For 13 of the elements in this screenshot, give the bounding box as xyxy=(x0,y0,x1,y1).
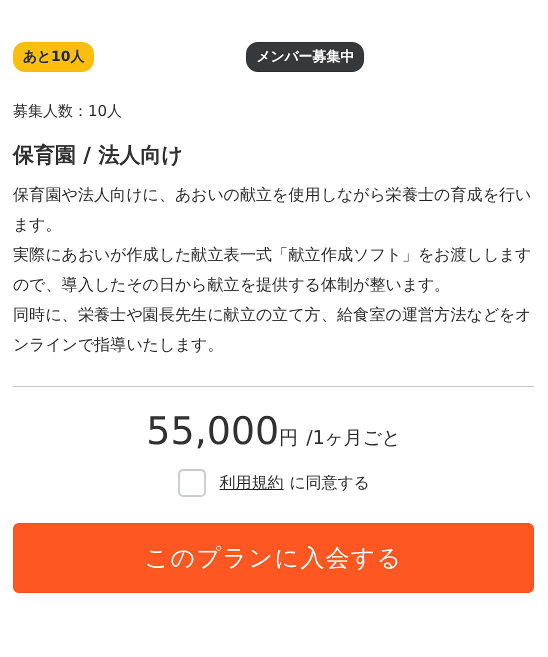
plan-title: 保育園 / 法人向け xyxy=(13,142,184,169)
price-unit: 円 xyxy=(279,426,298,451)
description-text: 同時に、栄養士や園長先生に献立の立て方、給食室の運営方法などをオンラインで指導いたします。 xyxy=(13,304,532,356)
terms-link[interactable]: 利用規約 xyxy=(220,472,284,494)
agree-text: に同意する xyxy=(290,472,370,494)
description-text: 保育園や法人向けに、あおいの献立を使用しながら栄養士の育成を行います。 xyxy=(13,184,532,236)
capacity-text: 募集人数：10人 xyxy=(13,101,124,122)
status-badge: メンバー募集中 xyxy=(246,42,364,72)
remaining-badge: あと10人 xyxy=(13,42,94,72)
price-period: /1ヶ月ごと xyxy=(306,426,401,451)
price-amount: 55,000 xyxy=(146,408,280,455)
agree-checkbox[interactable] xyxy=(178,469,206,497)
description-text: 実際にあおいが作成した献立表一式「献立作成ソフト」をお渡ししますので、導入したその日から献立を提供する体制が整います。 xyxy=(13,244,532,296)
